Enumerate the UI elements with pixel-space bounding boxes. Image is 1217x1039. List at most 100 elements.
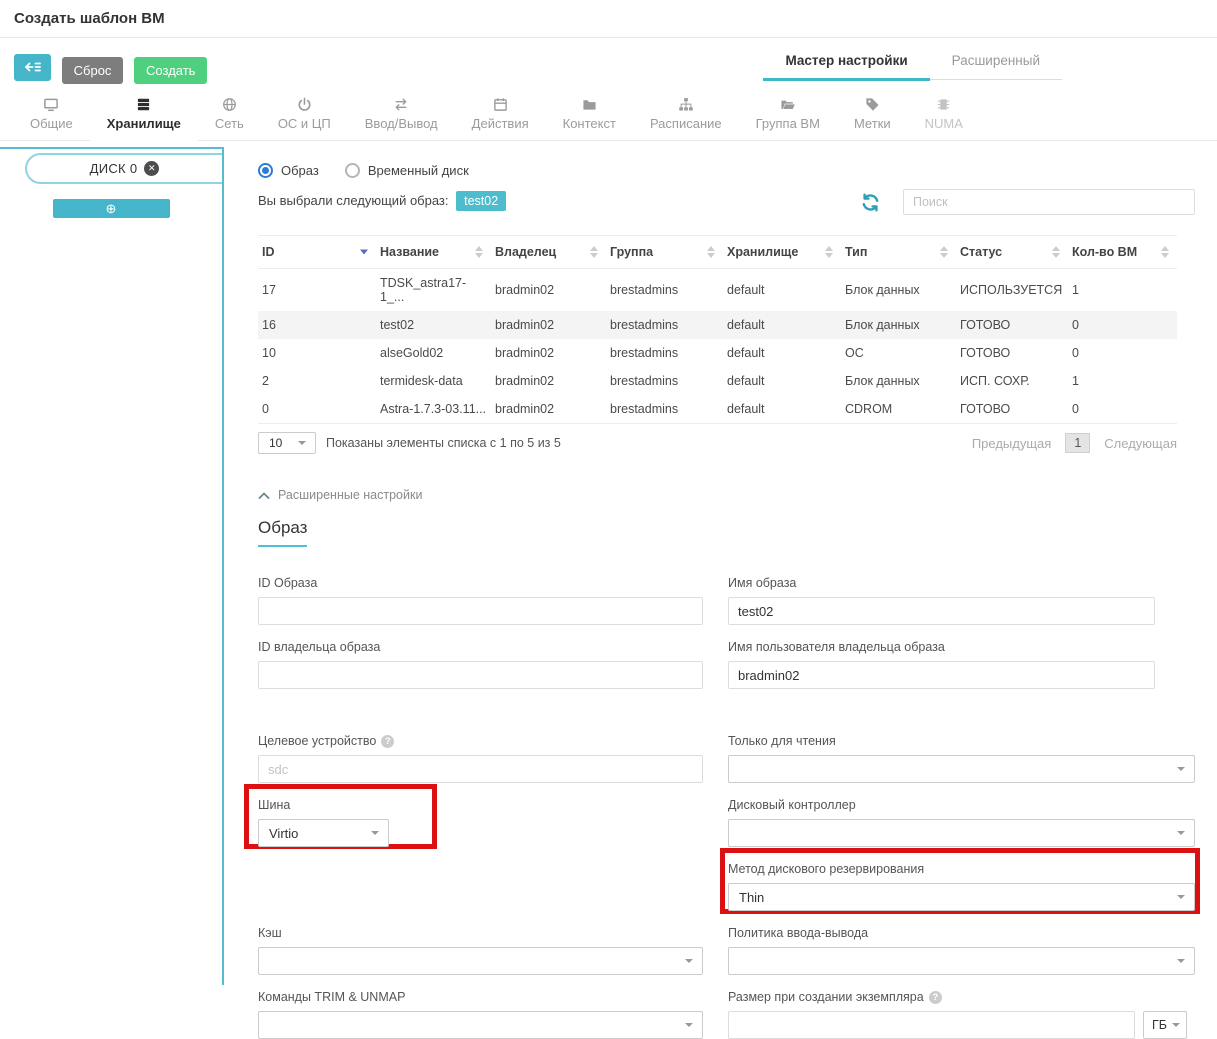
globe-icon [222, 97, 237, 112]
radio-image[interactable]: Образ [258, 163, 319, 178]
column-header-owner[interactable]: Владелец [491, 236, 606, 269]
tab-numa[interactable]: NUMA [908, 93, 980, 140]
page-size-select[interactable]: 10 [258, 432, 316, 454]
table-row-selected[interactable]: 16 test02 bradmin02 brestadmins default … [258, 311, 1177, 339]
size-unit-select[interactable]: ГБ [1143, 1011, 1187, 1039]
sort-icon [940, 246, 948, 258]
radio-image-circle-icon [258, 163, 273, 178]
section-tabbar: Общие Хранилище Сеть ОС и ЦП [0, 95, 1217, 141]
column-header-name[interactable]: Название [376, 236, 491, 269]
table-summary: Показаны элементы списка с 1 по 5 из 5 [326, 436, 561, 450]
tab-vm-group[interactable]: Группа ВМ [739, 93, 837, 140]
trim-select[interactable] [258, 1011, 703, 1039]
table-header-row: ID Название Владелец Группа [258, 236, 1177, 269]
mode-tabs: Мастер настройки Расширенный [763, 46, 1062, 80]
disk-sidebar: ДИСК 0 ✕ ⊕ [0, 147, 224, 985]
image-name-label: Имя образа [728, 575, 1195, 591]
bus-select[interactable]: Virtio [258, 819, 389, 847]
pagination-nav: Предыдущая 1 Следующая [972, 433, 1177, 453]
page-title: Создать шаблон ВМ [14, 10, 1203, 27]
disk-tab-0[interactable]: ДИСК 0 ✕ [25, 153, 222, 184]
table-row[interactable]: 0 Astra-1.7.3-03.11... bradmin02 brestad… [258, 395, 1177, 424]
reset-button[interactable]: Сброс [62, 57, 124, 84]
current-page-button[interactable]: 1 [1065, 433, 1090, 453]
tab-advanced-mode[interactable]: Расширенный [930, 46, 1062, 79]
target-device-label: Целевое устройство ? [258, 733, 703, 749]
back-to-list-button[interactable] [14, 54, 51, 81]
prev-page-link[interactable]: Предыдущая [972, 436, 1052, 451]
disk-controller-select[interactable] [728, 819, 1195, 847]
folder-icon [582, 97, 597, 112]
storage-icon [136, 97, 151, 112]
column-header-status[interactable]: Статус [956, 236, 1068, 269]
folder-open-icon [780, 97, 796, 112]
sort-icon [825, 246, 833, 258]
tab-context[interactable]: Контекст [546, 93, 633, 140]
tab-network[interactable]: Сеть [198, 93, 261, 140]
trim-label: Команды TRIM & UNMAP [258, 989, 703, 1005]
image-section-title: Образ [258, 518, 307, 547]
chevron-up-icon [258, 491, 270, 500]
tab-wizard[interactable]: Мастер настройки [763, 46, 929, 79]
read-only-label: Только для чтения [728, 733, 1195, 749]
search-input[interactable] [903, 189, 1195, 215]
sort-icon [590, 246, 598, 258]
toolbar: Сброс Создать Мастер настройки Расширенн… [0, 38, 1217, 95]
radio-volatile[interactable]: Временный диск [345, 163, 469, 178]
power-icon [297, 97, 312, 112]
disk-type-radios: Образ Временный диск [258, 163, 1195, 178]
cache-label: Кэш [258, 925, 703, 941]
back-list-icon [23, 60, 42, 75]
exchange-arrows-icon [393, 97, 409, 112]
target-device-field[interactable] [258, 755, 703, 783]
image-id-field[interactable] [258, 597, 703, 625]
close-disk-icon[interactable]: ✕ [144, 161, 159, 176]
io-policy-label: Политика ввода-вывода [728, 925, 1195, 941]
column-header-id[interactable]: ID [258, 236, 376, 269]
selected-image-badge: test02 [456, 191, 506, 211]
provisioning-select[interactable]: Thin [728, 883, 1195, 911]
radio-volatile-circle-icon [345, 163, 360, 178]
disk-tab-label: ДИСК 0 [90, 161, 138, 176]
table-row[interactable]: 10 alseGold02 bradmin02 brestadmins defa… [258, 339, 1177, 367]
tab-scheduling[interactable]: Расписание [633, 93, 739, 140]
column-header-type[interactable]: Тип [841, 236, 956, 269]
create-button[interactable]: Создать [134, 57, 207, 84]
table-row[interactable]: 17 TDSK_astra17-1_... bradmin02 brestadm… [258, 269, 1177, 312]
tab-labels[interactable]: Метки [837, 93, 908, 140]
refresh-button[interactable] [861, 193, 880, 212]
column-header-vm-count[interactable]: Кол-во ВМ [1068, 236, 1177, 269]
owner-name-field[interactable] [728, 661, 1155, 689]
help-icon[interactable]: ? [381, 735, 394, 748]
tab-os-cpu[interactable]: ОС и ЦП [261, 93, 348, 140]
tab-storage[interactable]: Хранилище [90, 93, 198, 140]
image-name-field[interactable] [728, 597, 1155, 625]
table-row[interactable]: 2 termidesk-data bradmin02 brestadmins d… [258, 367, 1177, 395]
refresh-icon [861, 193, 880, 212]
read-only-select[interactable] [728, 755, 1195, 783]
size-field[interactable] [728, 1011, 1135, 1039]
sort-icon [1052, 246, 1060, 258]
sort-desc-icon [360, 250, 368, 255]
io-policy-select[interactable] [728, 947, 1195, 975]
sort-icon [707, 246, 715, 258]
disk-controller-label: Дисковый контроллер [728, 797, 1195, 813]
tab-general[interactable]: Общие [13, 93, 90, 140]
cache-select[interactable] [258, 947, 703, 975]
next-page-link[interactable]: Следующая [1104, 436, 1177, 451]
tab-input-output[interactable]: Ввод/Вывод [348, 93, 455, 140]
add-disk-button[interactable]: ⊕ [53, 199, 170, 218]
desktop-icon [43, 97, 59, 112]
storage-panel: Образ Временный диск Вы выбрали следующи… [224, 147, 1217, 985]
help-icon[interactable]: ? [929, 991, 942, 1004]
provisioning-label: Метод дискового резервирования [728, 861, 1195, 877]
sitemap-icon [678, 97, 694, 112]
calendar-icon [493, 97, 508, 112]
tab-actions[interactable]: Действия [455, 93, 546, 140]
advanced-settings-toggle[interactable]: Расширенные настройки [258, 488, 1195, 502]
bus-label: Шина [258, 797, 703, 813]
search-zone [861, 189, 1195, 215]
owner-id-field[interactable] [258, 661, 703, 689]
column-header-datastore[interactable]: Хранилище [723, 236, 841, 269]
column-header-group[interactable]: Группа [606, 236, 723, 269]
